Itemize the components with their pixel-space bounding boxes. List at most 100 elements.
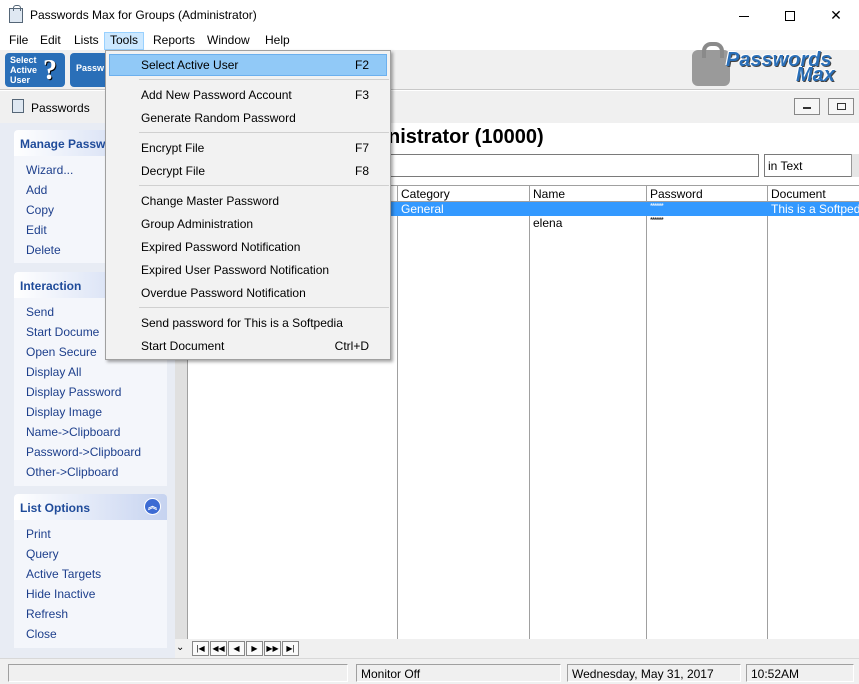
menu-item-shortcut: F3 — [354, 88, 369, 102]
menu-edit[interactable]: Edit — [34, 32, 67, 50]
task-refresh[interactable]: Refresh — [26, 607, 68, 621]
menu-send-password[interactable]: Send password for This is a Softpedia — [109, 312, 387, 334]
task-query[interactable]: Query — [26, 547, 59, 561]
menu-overdue-password-notification[interactable]: Overdue Password Notification — [109, 282, 387, 304]
prev-page-button[interactable]: ◀◀ — [210, 641, 227, 656]
menu-window[interactable]: Window — [201, 32, 256, 50]
menu-item-shortcut: F2 — [354, 58, 369, 72]
dropdown-arrow-icon[interactable] — [851, 154, 859, 177]
next-record-button[interactable]: ▶ — [246, 641, 263, 656]
table-cell-document[interactable]: This is a Softpedia — [771, 202, 859, 216]
menu-group-administration[interactable]: Group Administration — [109, 213, 387, 235]
tools-dropdown-menu: Select Active User F2 Add New Password A… — [105, 50, 391, 360]
task-display-all[interactable]: Display All — [26, 365, 81, 379]
search-input[interactable] — [390, 154, 759, 177]
menu-item-label: Decrypt File — [141, 164, 206, 178]
task-password-clipboard[interactable]: Password->Clipboard — [26, 445, 141, 459]
menu-item-label: Send password for This is a Softpedia — [141, 316, 343, 330]
column-divider[interactable] — [646, 186, 647, 640]
table-cell-category[interactable]: General — [401, 202, 526, 216]
task-name-clipboard[interactable]: Name->Clipboard — [26, 425, 120, 439]
maximize-button[interactable] — [767, 0, 813, 31]
minimize-icon — [803, 107, 811, 109]
menu-lists[interactable]: Lists — [68, 32, 105, 50]
column-divider[interactable] — [397, 186, 398, 640]
menu-file[interactable]: File — [3, 32, 34, 50]
list-heading: nistrator (10000) — [388, 126, 544, 148]
menu-item-label: Generate Random Password — [141, 111, 296, 125]
menu-generate-random-password[interactable]: Generate Random Password — [109, 107, 387, 129]
brand-logo-line2: Max — [796, 64, 835, 86]
task-hide-inactive[interactable]: Hide Inactive — [26, 587, 95, 601]
prev-record-button[interactable]: ◀ — [228, 641, 245, 656]
task-send[interactable]: Send — [26, 305, 54, 319]
close-button[interactable]: ✕ — [813, 0, 859, 31]
chevron-down-icon[interactable]: ⌄ — [176, 642, 184, 653]
select-active-user-button[interactable]: Select Active User ? — [5, 53, 65, 87]
menu-item-label: Expired User Password Notification — [141, 263, 330, 277]
menu-item-label: Change Master Password — [141, 194, 280, 208]
menu-reports[interactable]: Reports — [147, 32, 201, 50]
menu-expired-user-password-notification[interactable]: Expired User Password Notification — [109, 259, 387, 281]
task-open-secure[interactable]: Open Secure — [26, 345, 97, 359]
brand-logo: Passwords Max — [692, 42, 854, 90]
menu-help[interactable]: Help — [259, 32, 296, 50]
next-page-button[interactable]: ▶▶ — [264, 641, 281, 656]
task-delete[interactable]: Delete — [26, 243, 61, 257]
menu-item-shortcut: F7 — [354, 141, 369, 155]
column-divider[interactable] — [767, 186, 768, 640]
column-header-document[interactable]: Document — [771, 187, 826, 201]
table-cell-password[interactable]: ****** — [650, 202, 760, 211]
passwords-toolbar-button[interactable]: Passw — [70, 53, 110, 87]
minimize-button[interactable] — [721, 0, 767, 31]
task-add[interactable]: Add — [26, 183, 47, 197]
child-minimize-button[interactable] — [794, 98, 820, 115]
status-date: Wednesday, May 31, 2017 — [567, 664, 741, 682]
task-start-document[interactable]: Start Docume — [26, 325, 99, 339]
column-header-category[interactable]: Category — [401, 187, 450, 201]
menu-decrypt-file[interactable]: Decrypt File F8 — [109, 160, 387, 182]
table-cell-name[interactable]: elena — [533, 216, 643, 230]
menu-item-label: Group Administration — [141, 217, 254, 231]
table-cell-password[interactable]: ****** — [650, 216, 760, 225]
last-record-button[interactable]: ▶| — [282, 641, 299, 656]
menu-item-shortcut: Ctrl+D — [334, 339, 369, 353]
menu-item-label: Select Active User — [141, 58, 239, 72]
group-header-list-options-label: List Options — [20, 501, 90, 515]
task-active-targets[interactable]: Active Targets — [26, 567, 101, 581]
menu-separator — [139, 132, 389, 133]
column-header-name[interactable]: Name — [533, 187, 565, 201]
task-edit[interactable]: Edit — [26, 223, 47, 237]
window-title: Passwords Max for Groups (Administrator) — [30, 8, 257, 22]
menu-separator — [139, 307, 389, 308]
title-bar: Passwords Max for Groups (Administrator)… — [0, 0, 859, 31]
child-restore-button[interactable] — [828, 98, 854, 115]
passwords-toolbar-label: Passw — [76, 63, 105, 73]
maximize-icon — [785, 11, 795, 22]
column-divider[interactable] — [529, 186, 530, 640]
search-mode-select[interactable]: in Text — [764, 154, 859, 177]
task-close[interactable]: Close — [26, 627, 57, 641]
task-copy[interactable]: Copy — [26, 203, 54, 217]
task-display-image[interactable]: Display Image — [26, 405, 102, 419]
task-wizard[interactable]: Wizard... — [26, 163, 73, 177]
menu-encrypt-file[interactable]: Encrypt File F7 — [109, 137, 387, 159]
menu-add-new-password-account[interactable]: Add New Password Account F3 — [109, 84, 387, 106]
menu-item-label: Start Document — [141, 339, 225, 353]
menu-tools[interactable]: Tools — [104, 32, 145, 50]
menu-expired-password-notification[interactable]: Expired Password Notification — [109, 236, 387, 258]
group-header-list-options[interactable]: List Options ︽ — [14, 494, 167, 520]
task-display-password[interactable]: Display Password — [26, 385, 121, 399]
column-header-password[interactable]: Password — [650, 187, 703, 201]
first-record-button[interactable]: |◀ — [192, 641, 209, 656]
collapse-chevron-icon[interactable]: ︽ — [144, 498, 161, 515]
task-other-clipboard[interactable]: Other->Clipboard — [26, 465, 118, 479]
app-lock-icon — [9, 5, 23, 23]
menu-select-active-user[interactable]: Select Active User F2 — [109, 54, 387, 76]
search-mode-value: in Text — [768, 159, 803, 173]
menu-start-document[interactable]: Start Document Ctrl+D — [109, 335, 387, 357]
task-print[interactable]: Print — [26, 527, 51, 541]
menu-item-label: Expired Password Notification — [141, 240, 301, 254]
restore-icon — [837, 103, 846, 110]
menu-change-master-password[interactable]: Change Master Password — [109, 190, 387, 212]
